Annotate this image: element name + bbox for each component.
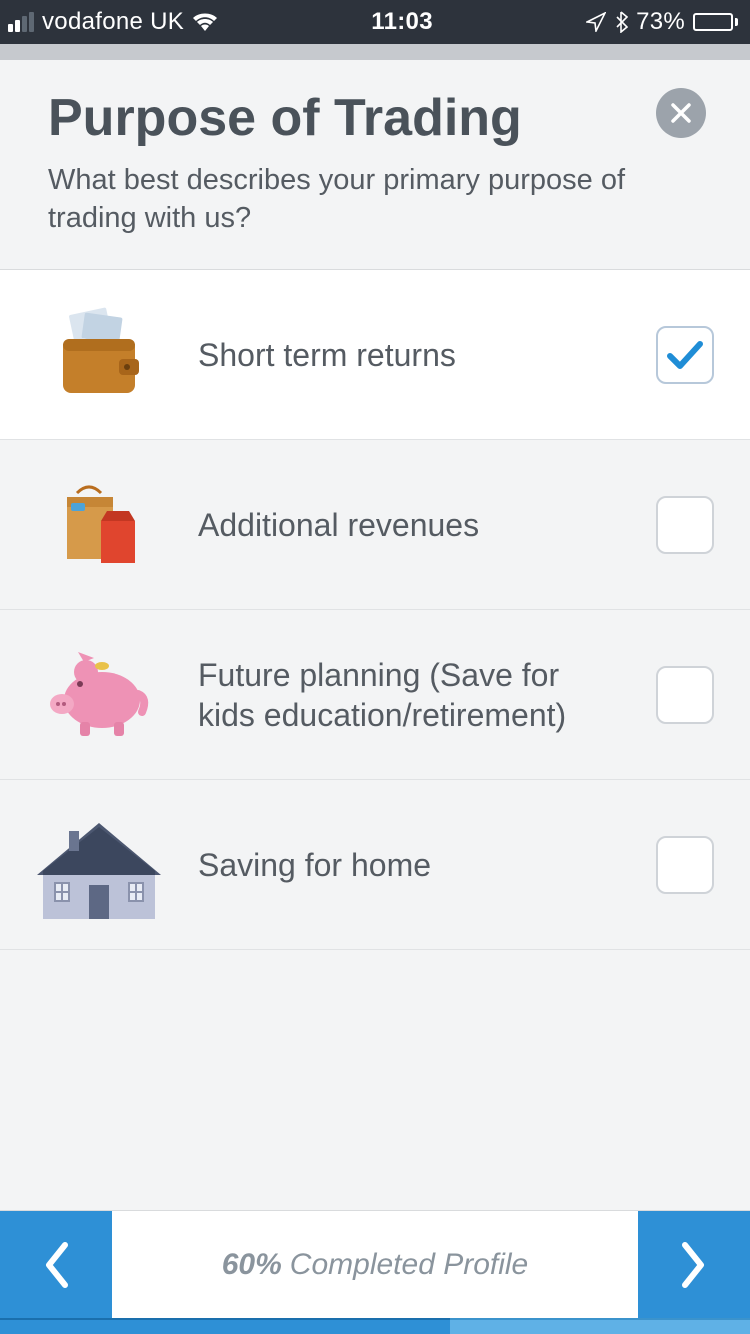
chevron-left-icon <box>39 1239 73 1291</box>
progress-rest <box>450 1318 750 1334</box>
checkbox[interactable] <box>656 836 714 894</box>
back-button[interactable] <box>0 1211 112 1318</box>
page-title: Purpose of Trading <box>48 88 702 148</box>
checkbox[interactable] <box>656 496 714 554</box>
piggy-bank-icon <box>24 635 174 755</box>
house-icon <box>24 805 174 925</box>
option-saving-for-home[interactable]: Saving for home <box>0 780 750 950</box>
option-short-term-returns[interactable]: Short term returns <box>0 270 750 440</box>
status-time: 11:03 <box>218 8 586 36</box>
progress-fill <box>0 1318 450 1334</box>
carrier-label: vodafone UK <box>42 8 184 36</box>
chevron-right-icon <box>677 1239 711 1291</box>
options-list: Short term returns Additional revenues <box>0 270 750 950</box>
checkbox[interactable] <box>656 326 714 384</box>
wifi-icon <box>192 12 218 32</box>
status-bar: vodafone UK 11:03 73% <box>0 0 750 44</box>
progress-label: 60% Completed Profile <box>112 1211 638 1318</box>
battery-pct: 73% <box>636 8 685 36</box>
checkbox[interactable] <box>656 666 714 724</box>
bluetooth-icon <box>614 11 628 33</box>
option-label: Future planning (Save for kids education… <box>198 655 632 735</box>
next-button[interactable] <box>638 1211 750 1318</box>
option-future-planning[interactable]: Future planning (Save for kids education… <box>0 610 750 780</box>
divider <box>0 44 750 60</box>
option-label: Saving for home <box>198 845 632 885</box>
status-left: vodafone UK <box>8 8 218 36</box>
progress-text: Completed Profile <box>290 1248 528 1282</box>
check-icon <box>666 340 704 370</box>
progress-pct: 60% <box>222 1248 282 1282</box>
bottom-bar: 60% Completed Profile <box>0 1210 750 1318</box>
page-header: Purpose of Trading What best describes y… <box>0 60 750 270</box>
battery-icon <box>693 13 738 31</box>
signal-icon <box>8 12 34 32</box>
location-icon <box>586 12 606 32</box>
option-label: Additional revenues <box>198 505 632 545</box>
close-button[interactable] <box>656 88 706 138</box>
blank-area <box>0 950 750 1210</box>
status-right: 73% <box>586 8 738 36</box>
page-subtitle: What best describes your primary purpose… <box>48 162 648 237</box>
wallet-icon <box>24 295 174 415</box>
progress-bar <box>0 1318 750 1334</box>
close-icon <box>670 102 692 124</box>
option-additional-revenues[interactable]: Additional revenues <box>0 440 750 610</box>
option-label: Short term returns <box>198 335 632 375</box>
shopping-bags-icon <box>24 465 174 585</box>
